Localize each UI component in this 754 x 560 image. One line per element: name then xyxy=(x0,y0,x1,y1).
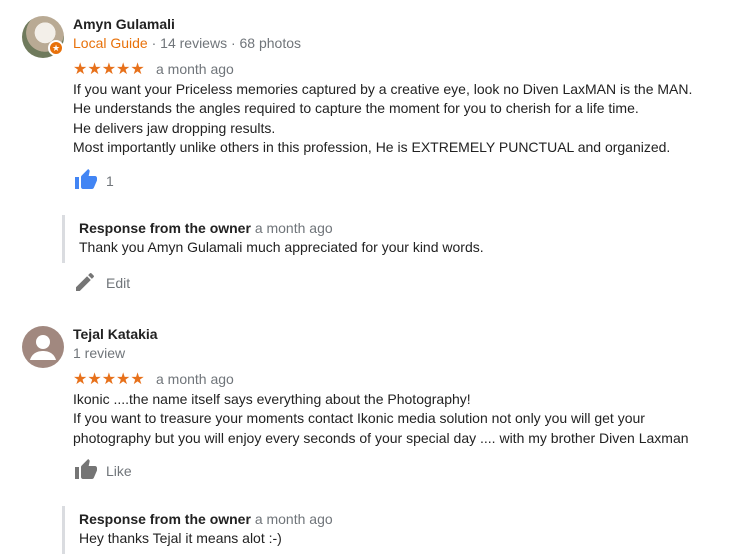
review-text-line: Most importantly unlike others in this p… xyxy=(73,138,671,155)
like-count: 1 xyxy=(106,173,114,189)
review-time: a month ago xyxy=(156,371,234,387)
response-label: Response from the owner xyxy=(79,220,251,236)
star-rating: ★★★★★ xyxy=(73,61,145,78)
thumbs-up-icon xyxy=(75,459,97,479)
edit-label: Edit xyxy=(106,275,131,291)
person-placeholder-icon[interactable] xyxy=(22,326,64,368)
local-guide-badge-icon: ★ xyxy=(48,40,64,56)
reviewer-stats: 1 review xyxy=(73,345,126,361)
response-label: Response from the owner xyxy=(79,511,251,527)
edit-pencil-icon xyxy=(76,272,95,291)
owner-response: Response from the owner a month ago Hey … xyxy=(62,506,333,554)
like-button[interactable]: 1 xyxy=(73,168,133,194)
local-guide-label: Local Guide xyxy=(73,35,148,51)
review-text-line: Ikonic ....the name itself says everythi… xyxy=(73,391,471,407)
review-amyn: ★ Amyn Gulamali Local Guide · 14 reviews… xyxy=(0,0,754,300)
response-text: Hey thanks Tejal it means alot :-) xyxy=(79,530,282,546)
response-time: a month ago xyxy=(254,220,333,236)
edit-response-button[interactable]: Edit xyxy=(73,270,143,296)
reviewer-meta: Local Guide · 14 reviews · 68 photos xyxy=(73,35,301,51)
review-text: Ikonic ....the name itself says everythi… xyxy=(73,390,689,448)
reviewer-stats: · 14 reviews · 68 photos xyxy=(147,35,302,51)
review-text-line: photography but you will enjoy every sec… xyxy=(73,429,689,446)
review-text-line: He delivers jaw dropping results. xyxy=(73,119,276,136)
reviewer-name[interactable]: Amyn Gulamali xyxy=(73,16,175,32)
review-text-line: If you want your Priceless memories capt… xyxy=(73,81,693,97)
like-label: Like xyxy=(106,463,132,479)
review-text: If you want your Priceless memories capt… xyxy=(73,80,692,157)
like-button[interactable]: Like xyxy=(73,458,143,484)
star-rating: ★★★★★ xyxy=(73,371,145,388)
reviewer-name[interactable]: Tejal Katakia xyxy=(73,326,158,342)
owner-response: Response from the owner a month ago Than… xyxy=(62,215,484,263)
response-text: Thank you Amyn Gulamali much appreciated… xyxy=(79,239,484,255)
review-tejal: Tejal Katakia 1 review ★★★★★ a month ago… xyxy=(0,310,754,560)
review-text-line: He understands the angles required to ca… xyxy=(73,100,639,117)
response-time: a month ago xyxy=(254,511,333,527)
thumbs-up-icon xyxy=(75,169,97,189)
review-time: a month ago xyxy=(156,61,234,77)
review-text-line: If you want to treasure your moments con… xyxy=(73,410,645,427)
